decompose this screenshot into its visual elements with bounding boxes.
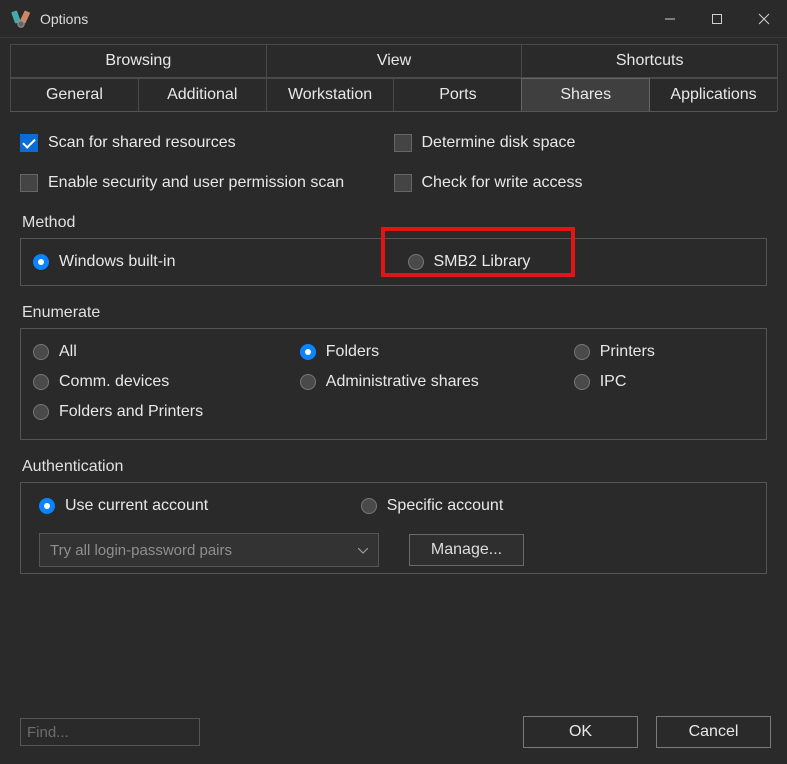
checkbox-enable-security[interactable]: Enable security and user permission scan — [20, 174, 394, 192]
app-icon — [10, 8, 32, 30]
checkbox-scan-shared[interactable]: Scan for shared resources — [20, 134, 394, 152]
button-label: Cancel — [689, 723, 739, 741]
checkbox-label: Determine disk space — [422, 134, 576, 152]
radio-label: Administrative shares — [326, 373, 479, 391]
maximize-button[interactable] — [693, 0, 740, 38]
radio-icon — [361, 498, 377, 514]
radio-icon — [574, 374, 590, 390]
checkbox-label: Check for write access — [422, 174, 583, 192]
tab-shares[interactable]: Shares — [521, 78, 650, 111]
radio-method-smb2[interactable]: SMB2 Library — [394, 253, 755, 271]
radio-label: Folders and Printers — [59, 403, 203, 421]
radio-label: Use current account — [65, 497, 208, 515]
close-button[interactable] — [740, 0, 787, 38]
cancel-button[interactable]: Cancel — [656, 716, 771, 748]
shares-panel: Scan for shared resources Determine disk… — [6, 112, 781, 602]
radio-enum-printers[interactable]: Printers — [574, 343, 754, 361]
tab-shortcuts[interactable]: Shortcuts — [521, 44, 778, 78]
tab-browsing[interactable]: Browsing — [10, 44, 267, 78]
radio-label: SMB2 Library — [434, 253, 531, 271]
tab-general[interactable]: General — [10, 78, 139, 111]
radio-enum-fandp[interactable]: Folders and Printers — [33, 403, 300, 421]
group-title-enumerate: Enumerate — [22, 304, 767, 322]
radio-icon — [33, 254, 49, 270]
checkbox-icon — [20, 174, 38, 192]
titlebar: Options — [0, 0, 787, 38]
radio-method-builtin[interactable]: Windows built-in — [33, 253, 394, 271]
tab-strip: Browsing View Shortcuts General Addition… — [10, 44, 777, 112]
tab-workstation[interactable]: Workstation — [266, 78, 395, 111]
window-title: Options — [40, 11, 88, 27]
radio-label: IPC — [600, 373, 627, 391]
radio-label: Windows built-in — [59, 253, 175, 271]
group-method: Windows built-in SMB2 Library — [20, 238, 767, 286]
radio-enum-all[interactable]: All — [33, 343, 300, 361]
minimize-button[interactable] — [646, 0, 693, 38]
radio-label: Comm. devices — [59, 373, 169, 391]
group-auth: Use current account Specific account Try… — [20, 482, 767, 574]
checkbox-icon — [394, 174, 412, 192]
tab-view[interactable]: View — [266, 44, 523, 78]
footer-bar: Find... OK Cancel — [0, 700, 787, 764]
find-placeholder: Find... — [27, 724, 69, 741]
radio-icon — [408, 254, 424, 270]
find-input[interactable]: Find... — [20, 718, 200, 746]
checkbox-icon — [394, 134, 412, 152]
radio-label: All — [59, 343, 77, 361]
radio-enum-folders[interactable]: Folders — [300, 343, 574, 361]
radio-label: Printers — [600, 343, 655, 361]
radio-enum-comm[interactable]: Comm. devices — [33, 373, 300, 391]
radio-auth-specific[interactable]: Specific account — [361, 497, 683, 515]
radio-icon — [300, 374, 316, 390]
tab-applications[interactable]: Applications — [649, 78, 778, 111]
chevron-down-icon — [358, 543, 368, 557]
checkbox-icon — [20, 134, 38, 152]
radio-icon — [574, 344, 590, 360]
checkbox-label: Scan for shared resources — [48, 134, 236, 152]
button-label: OK — [569, 723, 592, 741]
tab-additional[interactable]: Additional — [138, 78, 267, 111]
radio-icon — [33, 344, 49, 360]
radio-icon — [300, 344, 316, 360]
group-title-auth: Authentication — [22, 458, 767, 476]
checkbox-label: Enable security and user permission scan — [48, 174, 344, 192]
radio-auth-current[interactable]: Use current account — [39, 497, 361, 515]
group-enumerate: All Folders Printers Comm. devices — [20, 328, 767, 440]
radio-enum-admin[interactable]: Administrative shares — [300, 373, 574, 391]
radio-label: Folders — [326, 343, 379, 361]
login-combo[interactable]: Try all login-password pairs — [39, 533, 379, 567]
checkbox-determine-disk[interactable]: Determine disk space — [394, 134, 768, 152]
radio-enum-ipc[interactable]: IPC — [574, 373, 754, 391]
button-label: Manage... — [431, 541, 502, 559]
combo-placeholder: Try all login-password pairs — [50, 542, 232, 559]
manage-button[interactable]: Manage... — [409, 534, 524, 566]
radio-label: Specific account — [387, 497, 504, 515]
tab-ports[interactable]: Ports — [393, 78, 522, 111]
radio-icon — [39, 498, 55, 514]
ok-button[interactable]: OK — [523, 716, 638, 748]
checkbox-check-write[interactable]: Check for write access — [394, 174, 768, 192]
radio-icon — [33, 404, 49, 420]
group-title-method: Method — [22, 214, 767, 232]
radio-icon — [33, 374, 49, 390]
